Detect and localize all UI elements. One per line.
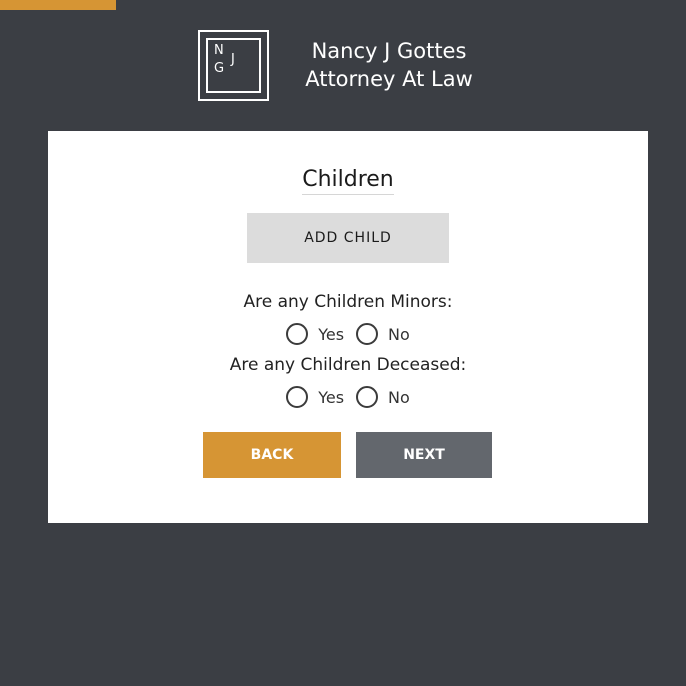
back-button[interactable]: BACK xyxy=(203,432,341,478)
radio-circle-icon[interactable] xyxy=(356,323,379,345)
accent-bar xyxy=(0,0,116,10)
radio-minors-no[interactable]: No xyxy=(356,323,410,345)
firm-name-line2: Attorney At Law xyxy=(305,67,473,91)
radio-minors-yes[interactable]: Yes xyxy=(286,323,344,345)
form-title: Children xyxy=(48,167,648,195)
radio-label: No xyxy=(388,387,410,407)
logo-letter-n: N xyxy=(214,43,224,58)
firm-name-line1: Nancy J Gottes xyxy=(311,39,467,63)
radio-circle-icon[interactable] xyxy=(286,323,309,345)
firm-name: Nancy J Gottes Attorney At Law xyxy=(284,37,494,93)
radio-deceased-yes[interactable]: Yes xyxy=(286,386,344,408)
radio-group-deceased: Yes No xyxy=(48,385,648,409)
radio-deceased-no[interactable]: No xyxy=(356,386,410,408)
radio-circle-icon[interactable] xyxy=(286,386,309,408)
radio-circle-icon[interactable] xyxy=(356,386,379,408)
radio-label: Yes xyxy=(318,387,345,407)
add-child-button[interactable]: ADD CHILD xyxy=(247,213,449,263)
question-deceased: Are any Children Deceased: xyxy=(229,355,467,375)
radio-label: No xyxy=(388,324,410,344)
radio-group-minors: Yes No xyxy=(48,322,648,346)
logo-letter-g: G xyxy=(214,61,225,76)
logo-letter-j: J xyxy=(231,52,235,67)
form-title-text: Children xyxy=(302,167,394,195)
radio-label: Yes xyxy=(318,324,345,344)
logo: N G J xyxy=(198,30,269,101)
form-card: Children ADD CHILD Are any Children Mino… xyxy=(48,131,648,523)
question-minors: Are any Children Minors: xyxy=(243,292,453,312)
next-button[interactable]: NEXT xyxy=(356,432,492,478)
